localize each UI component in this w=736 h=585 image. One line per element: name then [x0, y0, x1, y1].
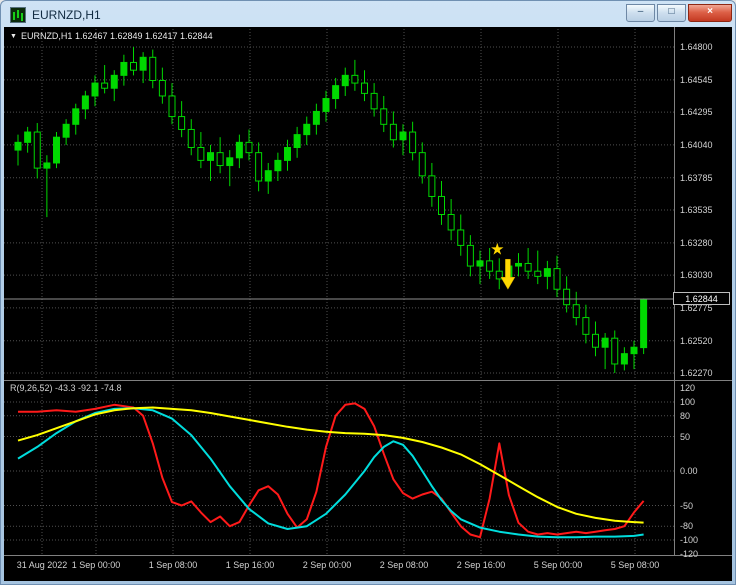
indicator-label: R(9,26,52) -43.3 -92.1 -74.8 — [10, 383, 122, 393]
chart-content: ★ ▼ EURNZD,H1 1.62467 1.62849 1.62417 1.… — [4, 27, 732, 581]
indicator-line-R52 — [17, 406, 644, 524]
time-axis-label: 1 Sep 16:00 — [225, 560, 275, 570]
price-axis-label: 1.64040 — [680, 139, 713, 150]
window-controls: – □ × — [626, 4, 732, 22]
down-arrow-marker[interactable] — [500, 258, 516, 290]
maximize-button[interactable]: □ — [657, 4, 686, 22]
price-axis-label: 1.63030 — [680, 270, 713, 281]
window-title: EURNZD,H1 — [32, 8, 101, 22]
close-button[interactable]: × — [688, 4, 732, 22]
time-axis-label: 1 Sep 08:00 — [148, 560, 198, 570]
price-axis-label: 1.63785 — [680, 172, 713, 183]
indicator-axis-label: 0.00 — [680, 466, 698, 476]
price-axis-label: 1.63535 — [680, 204, 713, 215]
price-axis-label: 1.62520 — [680, 335, 713, 346]
app-window: EURNZD,H1 – □ × ★ ▼ EURNZD,H1 1.62467 1.… — [0, 0, 736, 585]
price-axis[interactable]: 1.64800 1.64545 1.64295 1.64040 1.63785 1.635… — [678, 27, 732, 380]
grid-lines — [4, 29, 674, 554]
indicator-axis-label: 100 — [680, 397, 696, 407]
indicator-axis-label: 80 — [680, 410, 691, 421]
price-axis-label: 1.64800 — [680, 42, 713, 52]
star-marker[interactable]: ★ — [490, 241, 504, 258]
time-axis-label: 5 Sep 00:00 — [533, 560, 583, 570]
time-axis-label: 2 Sep 00:00 — [302, 560, 352, 570]
price-axis-label: 1.62270 — [680, 367, 713, 378]
chevron-down-icon[interactable]: ▼ — [10, 33, 17, 40]
time-axis-label: 2 Sep 16:00 — [456, 560, 506, 570]
price-axis-label: 1.64545 — [680, 74, 713, 85]
indicator-axis-label: -80 — [680, 521, 694, 532]
time-axis-label: 1 Sep 00:00 — [71, 560, 121, 570]
price-axis-label: 1.63280 — [680, 237, 713, 248]
indicator-axis-label: -50 — [680, 500, 694, 511]
indicator-line-R26 — [17, 407, 644, 539]
price-axis-label: 1.64295 — [680, 107, 713, 118]
indicator-axis-label: 50 — [680, 431, 691, 442]
current-price-tag: 1.62844 — [673, 292, 730, 306]
time-axis-label: 5 Sep 08:00 — [610, 560, 660, 570]
chart-canvas[interactable]: ★ — [4, 27, 732, 581]
chart-window-icon — [10, 7, 26, 23]
indicator-axis-label: 120 — [680, 383, 696, 394]
panel-separators — [4, 27, 732, 556]
minimize-button[interactable]: – — [626, 4, 655, 22]
indicator-axis-label: -100 — [680, 535, 699, 545]
ohlc-overlay-label: ▼ EURNZD,H1 1.62467 1.62849 1.62417 1.62… — [10, 31, 213, 41]
time-axis-label: 2 Sep 08:00 — [379, 560, 429, 570]
ohlc-values: EURNZD,H1 1.62467 1.62849 1.62417 1.6284… — [20, 31, 213, 41]
title-bar[interactable]: EURNZD,H1 — [4, 3, 732, 27]
indicator-axis: 120 100 80 50 0.00 -50 -80 -100 -120 — [678, 380, 732, 559]
time-axis[interactable]: 31 Aug 2022 1 Sep 00:00 1 Sep 08:00 1 Sep 1… — [4, 557, 732, 575]
indicator-line-R9 — [18, 402, 645, 539]
